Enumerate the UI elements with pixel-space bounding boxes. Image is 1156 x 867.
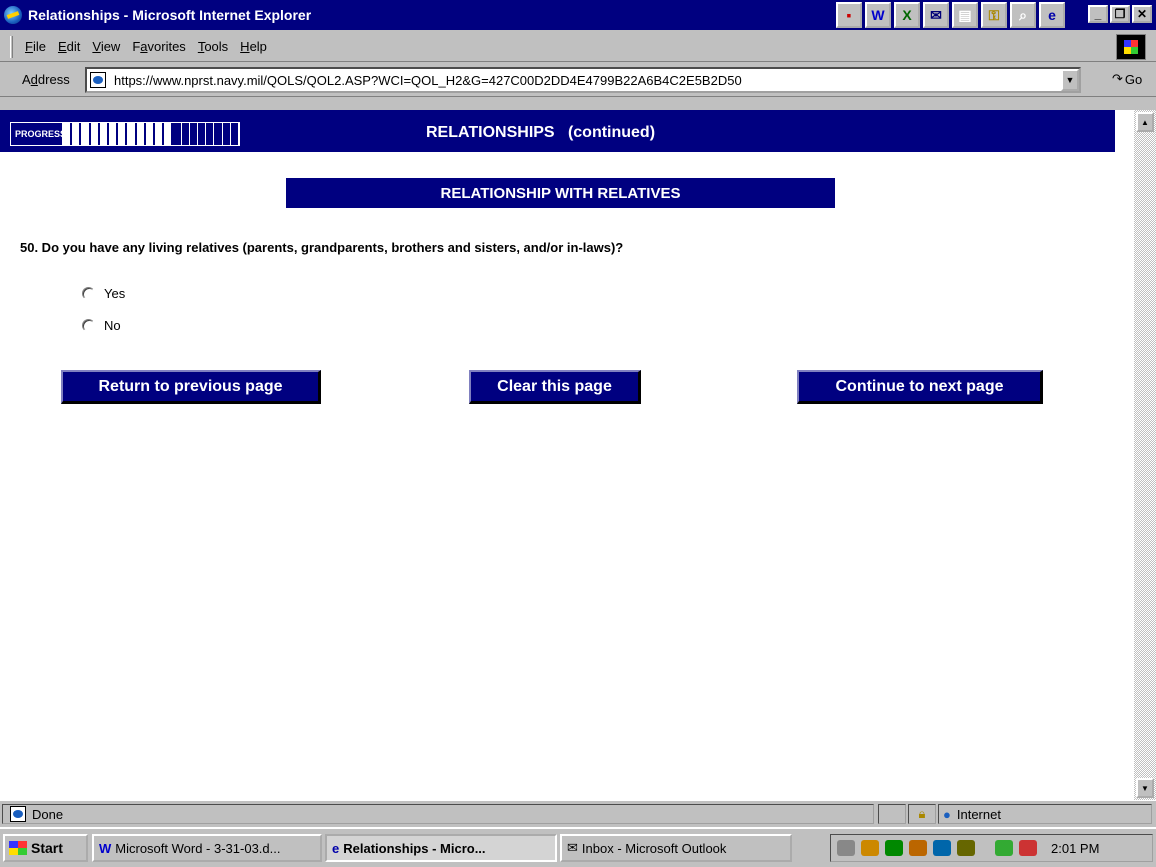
address-dropdown-icon[interactable]: ▼ <box>1061 69 1079 91</box>
status-main: Done <box>2 804 874 824</box>
start-button[interactable]: Start <box>3 834 88 862</box>
sync-icon[interactable] <box>933 840 951 856</box>
progress-cell <box>90 123 100 145</box>
radio-no[interactable] <box>82 319 95 332</box>
go-button[interactable]: ↷ Go <box>1112 71 1142 87</box>
progress-cell <box>136 123 146 145</box>
ie-logo-icon <box>4 6 22 24</box>
zone-text: Internet <box>956 806 1001 822</box>
scroll-down-icon[interactable]: ▼ <box>1136 778 1154 798</box>
search-icon[interactable]: ⌕ <box>1010 2 1036 28</box>
vertical-scrollbar[interactable]: ▲ ▼ <box>1134 110 1156 800</box>
progress-cell <box>118 123 128 145</box>
office-shortcut-bar: ▪ W X ✉ ▤ ⚿ ⌕ e <box>836 2 1065 28</box>
menu-help[interactable]: Help <box>240 39 267 54</box>
question-text: 50. Do you have any living relatives (pa… <box>20 240 624 255</box>
address-input[interactable]: https://www.nprst.navy.mil/QOLS/QOL2.ASP… <box>85 67 1081 93</box>
progress-cell <box>99 123 110 145</box>
close-icon[interactable]: ✕ <box>1132 5 1152 23</box>
menu-file[interactable]: File <box>25 39 46 54</box>
excel-icon[interactable]: X <box>894 2 920 28</box>
monitor-icon[interactable] <box>957 840 975 856</box>
header-banner: PROGRESS: RELATIONSHIPS (continued) <box>0 110 1115 152</box>
progress-cell <box>214 123 223 145</box>
ie-shortcut-icon[interactable]: e <box>1039 2 1065 28</box>
progress-cell <box>72 123 82 145</box>
address-label: Address <box>22 72 70 87</box>
toolbar-grip[interactable] <box>10 35 13 58</box>
antivirus-icon[interactable] <box>885 840 903 856</box>
task-word[interactable]: W Microsoft Word - 3-31-03.d... <box>92 834 322 862</box>
status-text: Done <box>32 806 64 822</box>
windows-logo-icon <box>9 841 27 855</box>
progress-bar <box>62 122 240 146</box>
address-url: https://www.nprst.navy.mil/QOLS/QOL2.ASP… <box>114 72 742 88</box>
office-icon[interactable]: ▪ <box>836 2 862 28</box>
menu-bar: File Edit View Favorites Tools Help <box>0 32 1156 62</box>
progress-cell <box>231 123 240 145</box>
system-tray: 2:01 PM <box>830 834 1153 862</box>
status-page-icon <box>10 806 26 822</box>
key-icon[interactable]: ⚿ <box>981 2 1007 28</box>
next-page-button[interactable]: Continue to next page <box>797 370 1043 404</box>
lock-icon: 🔒︎ <box>908 804 936 824</box>
globe-icon: ● <box>943 806 951 822</box>
clock-app-icon[interactable] <box>1019 840 1037 856</box>
network-icon[interactable] <box>861 840 879 856</box>
mail-icon[interactable]: ▤ <box>952 2 978 28</box>
menu-favorites[interactable]: Favorites <box>132 39 185 54</box>
menu-view[interactable]: View <box>92 39 120 54</box>
option-no-label: No <box>104 318 121 333</box>
clear-page-button[interactable]: Clear this page <box>469 370 641 404</box>
previous-page-button[interactable]: Return to previous page <box>61 370 321 404</box>
progress-cell <box>223 123 231 145</box>
pencil-icon[interactable] <box>909 840 927 856</box>
task-relationships[interactable]: e Relationships - Micro... <box>325 834 557 862</box>
title-bar[interactable]: Relationships - Microsoft Internet Explo… <box>0 0 1156 30</box>
option-yes[interactable]: Yes <box>82 286 125 301</box>
menu-tools[interactable]: Tools <box>198 39 228 54</box>
radio-yes[interactable] <box>82 287 95 300</box>
taskbar: Start W Microsoft Word - 3-31-03.d... e … <box>0 827 1156 867</box>
progress-cell <box>155 123 165 145</box>
window-controls: _ ❐ ✕ <box>1088 5 1152 23</box>
status-empty-panel <box>878 804 906 824</box>
progress-cell <box>109 123 119 145</box>
page-icon <box>90 72 106 88</box>
clock[interactable]: 2:01 PM <box>1051 841 1099 856</box>
option-yes-label: Yes <box>104 286 126 301</box>
ie-icon: e <box>332 840 340 856</box>
user-icon[interactable] <box>995 840 1013 856</box>
go-arrow-icon: ↷ <box>1112 71 1123 86</box>
progress-cell <box>173 123 182 145</box>
progress-cell <box>164 123 174 145</box>
progress-cell <box>81 123 91 145</box>
progress-cell <box>145 123 156 145</box>
outlook-icon: ✉ <box>567 840 578 855</box>
word-icon: W <box>99 840 112 856</box>
progress-cell <box>206 123 215 145</box>
status-bar: Done 🔒︎ ● Internet <box>0 800 1156 826</box>
page-title: RELATIONSHIPS (continued) <box>426 124 656 141</box>
word-icon[interactable]: W <box>865 2 891 28</box>
status-zone: ● Internet <box>938 804 1152 824</box>
scroll-up-icon[interactable]: ▲ <box>1136 112 1154 132</box>
outlook-icon[interactable]: ✉ <box>923 2 949 28</box>
progress-cell <box>127 123 137 145</box>
section-header: RELATIONSHIP WITH RELATIVES <box>286 178 835 208</box>
window-title: Relationships - Microsoft Internet Explo… <box>28 7 312 23</box>
page-content: PROGRESS: RELATIONSHIPS (continued) RELA… <box>0 110 1134 800</box>
menu-edit[interactable]: Edit <box>58 39 80 54</box>
minimize-icon[interactable]: _ <box>1088 5 1108 23</box>
restore-icon[interactable]: ❐ <box>1110 5 1130 23</box>
progress-cell <box>182 123 190 145</box>
address-bar: Address https://www.nprst.navy.mil/QOLS/… <box>0 63 1156 97</box>
task-outlook[interactable]: ✉ Inbox - Microsoft Outlook <box>560 834 792 862</box>
windows-throbber-icon <box>1116 34 1146 60</box>
progress-cell <box>63 123 73 145</box>
progress-cell <box>198 123 207 145</box>
speaker-icon[interactable] <box>837 840 855 856</box>
progress-cell <box>190 123 199 145</box>
option-no[interactable]: No <box>82 318 121 333</box>
